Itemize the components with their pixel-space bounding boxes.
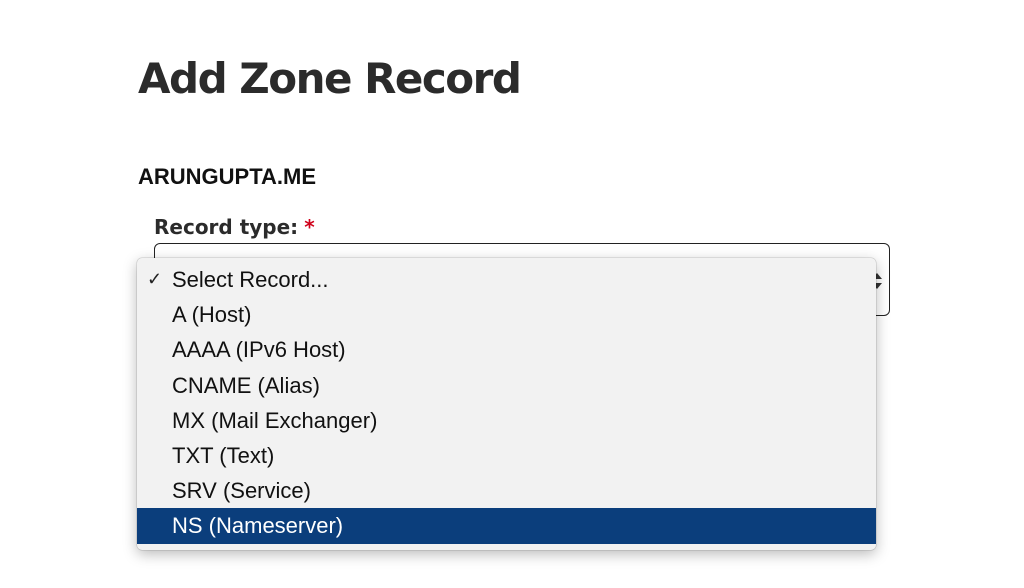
record-type-label-text: Record type: [154,215,299,239]
dropdown-option-aaaa-ipv6-host[interactable]: AAAA (IPv6 Host) [137,332,876,367]
page: Add Zone Record ARUNGUPTA.ME Record type… [0,0,1024,588]
option-label: NS (Nameserver) [172,513,344,539]
page-title: Add Zone Record [138,54,522,103]
dropdown-option-txt-text[interactable]: TXT (Text) [137,438,876,473]
option-label: CNAME (Alias) [172,372,320,398]
required-marker: * [304,215,315,239]
dropdown-option-select-record[interactable]: ✓ Select Record... [137,262,876,297]
checkmark-icon: ✓ [147,269,163,289]
option-label: A (Host) [172,302,252,328]
record-type-dropdown-menu: ✓ Select Record... A (Host) AAAA (IPv6 H… [137,258,876,550]
dropdown-option-a-host[interactable]: A (Host) [137,297,876,332]
domain-name: ARUNGUPTA.ME [138,164,317,189]
option-label: SRV (Service) [172,478,311,504]
option-label: AAAA (IPv6 Host) [172,337,346,363]
record-type-label: Record type: * [154,212,315,242]
option-label: MX (Mail Exchanger) [172,407,378,433]
dropdown-option-mx-mail-exchanger[interactable]: MX (Mail Exchanger) [137,403,876,438]
dropdown-option-cname-alias[interactable]: CNAME (Alias) [137,368,876,403]
dropdown-option-ns-nameserver[interactable]: NS (Nameserver) [137,508,876,544]
option-label: Select Record... [172,267,329,292]
option-label: TXT (Text) [172,442,275,468]
dropdown-option-srv-service[interactable]: SRV (Service) [137,473,876,508]
